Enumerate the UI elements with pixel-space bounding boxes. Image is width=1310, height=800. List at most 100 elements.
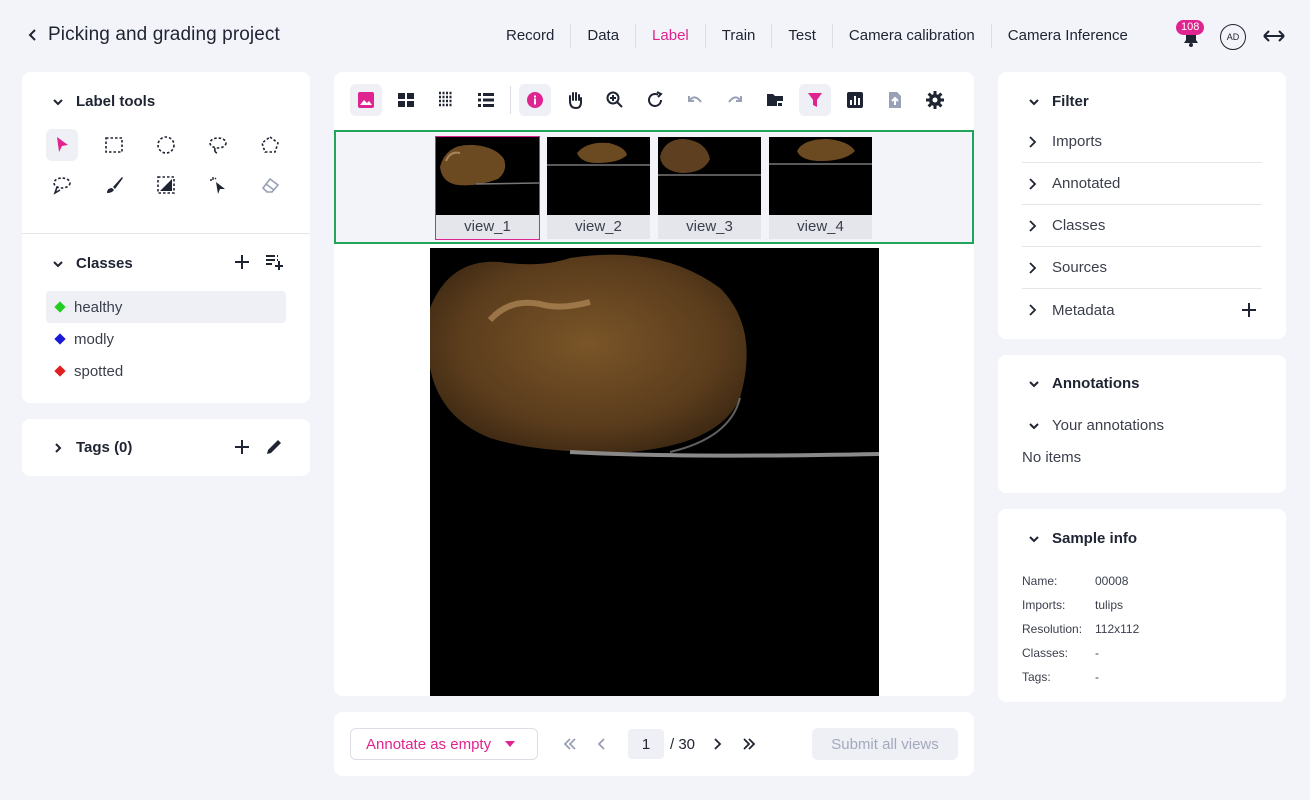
tab-label[interactable]: Label bbox=[636, 24, 706, 48]
rectangle-select-tool[interactable] bbox=[98, 129, 130, 161]
thumbnail-view-4[interactable]: view_4 bbox=[769, 137, 872, 239]
freehand-lasso-tool[interactable] bbox=[46, 169, 78, 201]
grid-2x2-button[interactable] bbox=[390, 84, 422, 116]
main-image-canvas[interactable] bbox=[430, 248, 879, 696]
add-tag-icon[interactable] bbox=[232, 437, 252, 457]
sample-info-header[interactable]: Sample info bbox=[1028, 530, 1137, 547]
chevron-left-icon bbox=[597, 738, 605, 750]
viewer-toolbar bbox=[350, 84, 959, 116]
filter-item-classes[interactable]: Classes bbox=[1022, 205, 1262, 247]
mask-tool[interactable] bbox=[150, 169, 182, 201]
list-icon bbox=[478, 93, 494, 107]
settings-button[interactable] bbox=[919, 84, 951, 116]
next-page-button[interactable] bbox=[701, 728, 733, 760]
pointer-tool[interactable] bbox=[46, 129, 78, 161]
thumbnail-view-2[interactable]: view_2 bbox=[547, 137, 650, 239]
polygon-tool[interactable] bbox=[254, 129, 286, 161]
grid-dense-button[interactable] bbox=[430, 84, 462, 116]
annotations-title: Annotations bbox=[1052, 375, 1140, 392]
export-button[interactable] bbox=[879, 84, 911, 116]
annotate-as-empty-dropdown[interactable]: Annotate as empty bbox=[350, 728, 538, 760]
first-page-button[interactable] bbox=[554, 728, 586, 760]
class-item-healthy[interactable]: healthy bbox=[46, 291, 286, 323]
info-icon bbox=[527, 92, 543, 108]
class-list: healthy modly spotted bbox=[46, 291, 286, 387]
list-view-button[interactable] bbox=[470, 84, 502, 116]
view-thumbnail-strip: view_1 view_2 view_3 view_4 bbox=[334, 130, 974, 244]
filter-toggle-button[interactable] bbox=[799, 84, 831, 116]
filter-item-label: Metadata bbox=[1052, 301, 1115, 319]
filter-item-sources[interactable]: Sources bbox=[1022, 247, 1262, 289]
info-key: Tags: bbox=[1022, 670, 1051, 684]
expand-arrows-icon[interactable] bbox=[1262, 26, 1286, 46]
class-label: healthy bbox=[74, 298, 123, 316]
filter-item-annotated[interactable]: Annotated bbox=[1022, 163, 1262, 205]
thumbnail-label: view_1 bbox=[436, 215, 539, 239]
chevron-right-icon bbox=[1029, 304, 1037, 316]
notification-badge: 108 bbox=[1176, 20, 1205, 35]
dense-grid-icon bbox=[439, 91, 453, 107]
stats-button[interactable] bbox=[839, 84, 871, 116]
undo-button[interactable] bbox=[679, 84, 711, 116]
submit-all-views-button[interactable]: Submit all views bbox=[812, 728, 958, 760]
tab-data[interactable]: Data bbox=[571, 24, 637, 48]
brush-tool[interactable] bbox=[98, 169, 130, 201]
gear-icon bbox=[926, 91, 944, 109]
info-value: - bbox=[1095, 670, 1099, 684]
label-tools-header[interactable]: Label tools bbox=[52, 93, 155, 110]
tags-header[interactable]: Tags (0) bbox=[52, 439, 132, 456]
zoom-button[interactable] bbox=[599, 84, 631, 116]
tab-train[interactable]: Train bbox=[706, 24, 773, 48]
chevron-right-icon bbox=[1029, 177, 1037, 190]
tab-camera-inference[interactable]: Camera Inference bbox=[992, 24, 1144, 48]
class-color-dot bbox=[54, 301, 66, 313]
class-color-dot bbox=[54, 365, 66, 377]
toolbar-separator bbox=[510, 86, 511, 114]
thumbnail-view-3[interactable]: view_3 bbox=[658, 137, 761, 239]
info-key: Name: bbox=[1022, 574, 1058, 588]
back-button[interactable]: Picking and grading project bbox=[26, 24, 280, 46]
lasso-tool[interactable] bbox=[202, 129, 234, 161]
annotations-header[interactable]: Annotations bbox=[1028, 375, 1140, 392]
ellipse-select-tool[interactable] bbox=[150, 129, 182, 161]
double-chevron-right-icon bbox=[743, 738, 756, 750]
add-metadata-icon[interactable] bbox=[1240, 301, 1258, 319]
your-annotations-toggle[interactable]: Your annotations bbox=[1028, 417, 1164, 434]
class-item-spotted[interactable]: spotted bbox=[46, 355, 286, 387]
eraser-tool[interactable] bbox=[254, 169, 286, 201]
prev-page-button[interactable] bbox=[586, 728, 618, 760]
single-view-button[interactable] bbox=[350, 84, 382, 116]
pan-button[interactable] bbox=[559, 84, 591, 116]
redo-button[interactable] bbox=[719, 84, 751, 116]
tab-record[interactable]: Record bbox=[490, 24, 572, 48]
project-title: Picking and grading project bbox=[48, 24, 280, 45]
pointer-icon bbox=[57, 137, 68, 152]
info-button[interactable] bbox=[519, 84, 551, 116]
chevron-right-icon bbox=[55, 442, 62, 453]
magic-click-tool[interactable] bbox=[202, 169, 234, 201]
avatar[interactable]: AD bbox=[1220, 24, 1246, 50]
rotate-button[interactable] bbox=[639, 84, 671, 116]
tab-test[interactable]: Test bbox=[772, 24, 833, 48]
thumbnail-view-1[interactable]: view_1 bbox=[435, 136, 540, 240]
pencil-icon[interactable] bbox=[264, 437, 284, 457]
add-class-icon[interactable] bbox=[232, 252, 252, 272]
class-color-dot bbox=[54, 333, 66, 345]
add-list-icon[interactable] bbox=[264, 252, 284, 272]
class-item-modly[interactable]: modly bbox=[46, 323, 286, 355]
main-nav: Record Data Label Train Test Camera cali… bbox=[490, 24, 1144, 48]
locked-folder-button[interactable] bbox=[759, 84, 791, 116]
classes-header[interactable]: Classes bbox=[52, 255, 133, 272]
brush-icon bbox=[107, 177, 123, 193]
tab-camera-calibration[interactable]: Camera calibration bbox=[833, 24, 992, 48]
chevron-down-icon bbox=[1029, 98, 1039, 105]
polygon-icon bbox=[261, 136, 279, 153]
filter-item-metadata[interactable]: Metadata bbox=[1022, 289, 1262, 331]
tool-grid bbox=[46, 129, 286, 201]
filter-header[interactable]: Filter bbox=[1028, 93, 1089, 110]
filter-item-imports[interactable]: Imports bbox=[1022, 121, 1262, 163]
page-number-input[interactable] bbox=[628, 729, 664, 759]
last-page-button[interactable] bbox=[733, 728, 765, 760]
info-row-classes: Classes: - bbox=[1022, 641, 1139, 665]
label-tools-title: Label tools bbox=[76, 93, 156, 110]
